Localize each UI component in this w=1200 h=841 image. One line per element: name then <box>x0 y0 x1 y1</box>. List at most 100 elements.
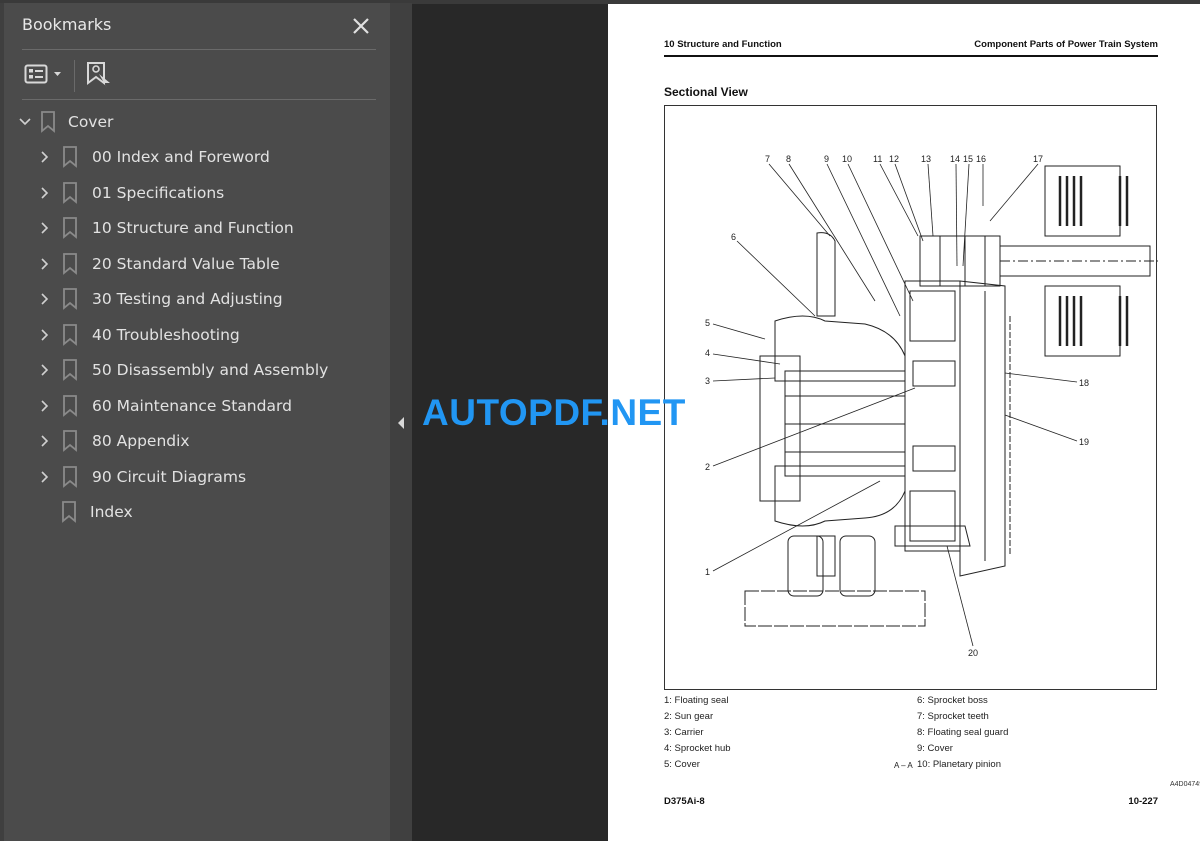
triangle-left-icon <box>398 417 404 429</box>
sprocket-hub-shape <box>759 355 801 502</box>
clutch-pack-shape <box>1044 165 1121 237</box>
bookmark-icon <box>62 465 78 488</box>
pdf-page: 10 Structure and Function Component Part… <box>608 4 1200 841</box>
bookmark-item[interactable]: Index <box>61 497 133 527</box>
bookmark-item[interactable]: 80 Appendix <box>38 426 190 456</box>
bookmark-icon <box>61 501 77 523</box>
close-button[interactable] <box>350 15 372 37</box>
sprocket-teeth-shape <box>816 232 836 317</box>
callout-18: 18 <box>1079 378 1089 388</box>
options-menu-button[interactable] <box>24 62 68 88</box>
chevron-right-icon[interactable] <box>38 150 52 164</box>
legend-item: 5: Cover <box>664 759 700 770</box>
bookmark-icon <box>62 359 78 381</box>
bookmark-icon <box>62 217 78 239</box>
bookmark-icon <box>40 111 56 133</box>
cover-shape <box>894 525 971 547</box>
bookmark-icon <box>62 252 78 275</box>
bookmarks-panel: Bookmarks Cover 00 Index and Foreword 01 … <box>0 3 390 841</box>
legend-item: 8: Floating seal guard <box>917 727 1009 738</box>
bookmark-item[interactable]: 50 Disassembly and Assembly <box>38 355 328 385</box>
chevron-right-icon[interactable] <box>38 257 52 271</box>
callout-7: 7 <box>765 154 770 164</box>
close-icon <box>353 18 369 34</box>
bookmark-label: 00 Index and Foreword <box>92 148 270 166</box>
bookmark-item[interactable]: 90 Circuit Diagrams <box>38 462 246 492</box>
collapse-panel-button[interactable] <box>392 412 410 434</box>
callout-15: 15 <box>963 154 973 164</box>
legend-item: 4: Sprocket hub <box>664 743 731 754</box>
callout-1: 1 <box>705 567 710 577</box>
callout-14: 14 <box>950 154 960 164</box>
find-current-bookmark-icon <box>87 62 110 88</box>
planetary-shape <box>904 280 961 552</box>
callout-2: 2 <box>705 462 710 472</box>
chevron-right-icon[interactable] <box>38 399 52 413</box>
toolbar-separator <box>74 60 75 92</box>
page-header-section: 10 Structure and Function <box>664 39 782 50</box>
bookmark-label: 30 Testing and Adjusting <box>92 290 283 308</box>
bookmark-label: 10 Structure and Function <box>92 219 294 237</box>
legend-item: 3: Carrier <box>664 727 704 738</box>
find-current-bookmark-button[interactable] <box>86 61 112 89</box>
callout-10: 10 <box>842 154 852 164</box>
callout-8: 8 <box>786 154 791 164</box>
callout-20: 20 <box>968 648 978 658</box>
bookmark-item[interactable]: 01 Specifications <box>38 178 224 208</box>
bookmark-icon <box>62 181 78 204</box>
bookmark-cover[interactable]: Cover <box>18 107 113 137</box>
page-footer-model: D375Ai-8 <box>664 796 705 807</box>
chevron-down-icon[interactable] <box>18 115 32 129</box>
chevron-right-icon[interactable] <box>38 186 52 200</box>
figure-id: A4D04749 <box>1170 781 1200 788</box>
list-options-icon <box>24 64 61 84</box>
divider <box>22 49 376 50</box>
bookmark-item[interactable]: 60 Maintenance Standard <box>38 391 292 421</box>
chevron-right-icon[interactable] <box>38 221 52 235</box>
bookmark-icon <box>62 394 78 417</box>
callout-11: 11 <box>873 154 882 164</box>
chevron-right-icon[interactable] <box>38 363 52 377</box>
header-rule <box>664 55 1158 57</box>
bookmark-item[interactable]: 30 Testing and Adjusting <box>38 284 283 314</box>
callout-3: 3 <box>705 376 710 386</box>
track-shoe-shape <box>744 590 926 627</box>
bookmark-label: Index <box>90 503 133 521</box>
bookmark-item[interactable]: 10 Structure and Function <box>38 213 294 243</box>
callout-5: 5 <box>705 318 710 328</box>
legend-item: 1: Floating seal <box>664 695 729 706</box>
callout-12: 12 <box>889 154 899 164</box>
bookmark-icon <box>62 288 78 310</box>
page-header-topic: Component Parts of Power Train System <box>974 39 1158 50</box>
section-caption: A – A <box>894 761 913 770</box>
bookmark-label: Cover <box>68 113 114 131</box>
bookmark-label: 60 Maintenance Standard <box>92 396 292 415</box>
section-title: Sectional View <box>664 85 748 99</box>
bookmark-icon <box>62 146 78 168</box>
bookmark-label: 80 Appendix <box>92 432 190 450</box>
bookmark-item[interactable]: 20 Standard Value Table <box>38 249 280 279</box>
callout-9: 9 <box>824 154 829 164</box>
chevron-right-icon[interactable] <box>38 328 52 342</box>
bookmark-item[interactable]: 00 Index and Foreword <box>38 142 270 172</box>
legend-item: 6: Sprocket boss <box>917 695 988 706</box>
callout-17: 17 <box>1033 154 1043 164</box>
chevron-right-icon[interactable] <box>38 434 52 448</box>
bookmark-item[interactable]: 40 Troubleshooting <box>38 320 240 350</box>
legend-item: 2: Sun gear <box>664 711 714 722</box>
bookmark-label: 01 Specifications <box>92 183 225 202</box>
callout-6: 6 <box>731 232 736 242</box>
chevron-right-icon[interactable] <box>38 470 52 484</box>
input-shaft-shape <box>919 235 1001 287</box>
panel-title: Bookmarks <box>22 15 112 34</box>
bookmark-label: 90 Circuit Diagrams <box>92 467 247 486</box>
chevron-right-icon[interactable] <box>38 292 52 306</box>
callout-13: 13 <box>921 154 931 164</box>
callout-19: 19 <box>1079 437 1089 447</box>
page-number: 10-227 <box>1128 796 1158 807</box>
divider <box>22 99 376 100</box>
drawing-final-drive-section: 7 8 9 10 11 12 13 14 15 16 17 6 5 4 3 2 … <box>705 154 1158 658</box>
track-roller-shape <box>787 535 824 597</box>
sectional-view-figure: 7 8 9 10 11 12 13 14 15 16 17 6 5 4 3 2 … <box>664 105 1200 788</box>
callout-16: 16 <box>976 154 986 164</box>
